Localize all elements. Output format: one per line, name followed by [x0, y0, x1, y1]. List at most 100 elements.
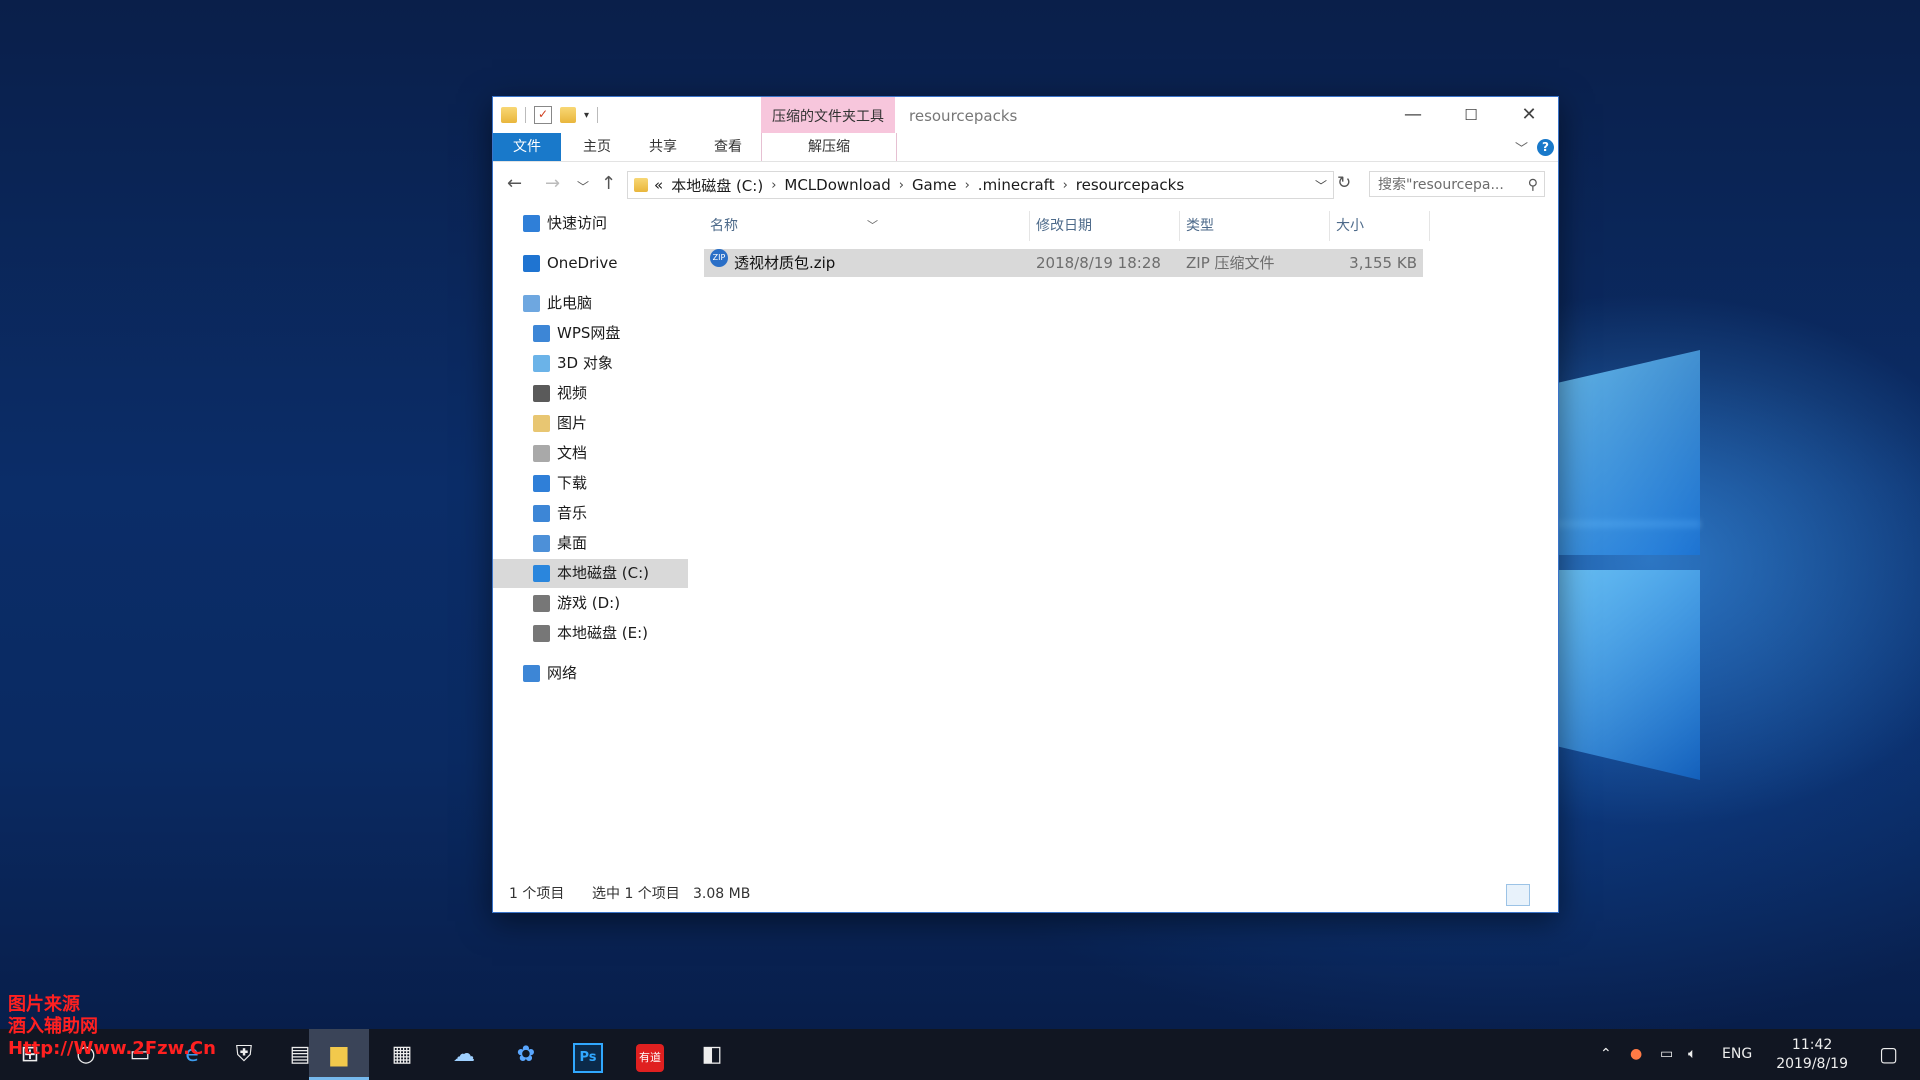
- picture-icon: [533, 415, 550, 432]
- clock-date: 2019/8/19: [1776, 1056, 1848, 1072]
- breadcrumb-minecraft[interactable]: .minecraft: [978, 176, 1055, 194]
- customize-toolbar-chevron-icon[interactable]: ▾: [584, 110, 589, 121]
- back-arrow-icon[interactable]: ←: [507, 173, 522, 194]
- sidebar-item-label: 音乐: [557, 504, 588, 522]
- security-icon[interactable]: ⛨: [214, 1029, 274, 1080]
- file-explorer-window: ✓ ▾ 压缩的文件夹工具 resourcepacks — ☐ ✕ 文件 主页 共…: [492, 96, 1559, 913]
- sidebar-item[interactable]: 游戏 (D:): [493, 589, 688, 618]
- sidebar-item[interactable]: 视频: [493, 379, 688, 408]
- selection-count: 选中 1 个项目: [592, 886, 680, 902]
- details-view-icon[interactable]: [1506, 884, 1530, 906]
- watermark: 图片来源 酒入辅助网 Http://Www.2Fzw.Cn: [8, 994, 216, 1059]
- tab-view[interactable]: 查看: [698, 133, 758, 161]
- recent-locations-chevron-icon[interactable]: ﹀: [577, 178, 589, 195]
- close-button[interactable]: ✕: [1500, 97, 1558, 133]
- file-type: ZIP 压缩文件: [1186, 254, 1275, 272]
- language-indicator[interactable]: ENG: [1722, 1029, 1752, 1080]
- sidebar-item[interactable]: WPS网盘: [493, 319, 688, 348]
- new-folder-icon[interactable]: [560, 107, 576, 123]
- breadcrumb-drive-c[interactable]: 本地磁盘 (C:): [671, 175, 763, 196]
- forward-arrow-icon[interactable]: →: [545, 173, 560, 194]
- clock[interactable]: 11:42 2019/8/19: [1776, 1036, 1848, 1074]
- selection-size: 3.08 MB: [693, 886, 751, 902]
- youdao-icon[interactable]: 有道: [620, 1029, 680, 1080]
- drive-icon: [533, 595, 550, 612]
- sidebar-item[interactable]: 本地磁盘 (C:): [493, 559, 688, 588]
- column-header-type[interactable]: 类型: [1180, 211, 1330, 241]
- qq-icon[interactable]: ●: [1630, 1029, 1642, 1080]
- music-icon: [533, 505, 550, 522]
- sidebar-item[interactable]: 文档: [493, 439, 688, 468]
- clock-time: 11:42: [1791, 1037, 1833, 1053]
- minimize-button[interactable]: —: [1384, 97, 1442, 133]
- file-row[interactable]: ZIP 透视材质包.zip 2018/8/19 18:28 ZIP 压缩文件 3…: [704, 249, 1423, 277]
- sidebar-item[interactable]: 网络: [493, 659, 688, 688]
- sidebar-item[interactable]: 此电脑: [493, 289, 688, 318]
- file-list: 名称 ﹀ 修改日期 类型 大小 ZIP 透视材质包.zip 2018/8/19 …: [688, 201, 1558, 871]
- help-icon[interactable]: ?: [1537, 139, 1554, 156]
- breadcrumb-separator-icon[interactable]: ›: [1063, 178, 1068, 193]
- address-bar[interactable]: « 本地磁盘 (C:) › MCLDownload › Game › .mine…: [627, 171, 1334, 199]
- cube-icon: [533, 355, 550, 372]
- sidebar-item-label: 下载: [557, 474, 588, 492]
- sidebar-item[interactable]: 3D 对象: [493, 349, 688, 378]
- sidebar-item[interactable]: 图片: [493, 409, 688, 438]
- up-arrow-icon[interactable]: ↑: [601, 173, 616, 194]
- file-explorer-icon[interactable]: ▆: [309, 1029, 369, 1080]
- store-icon[interactable]: ▦: [372, 1029, 432, 1080]
- column-header-name[interactable]: 名称 ﹀: [704, 211, 1030, 241]
- folder-icon: [634, 178, 648, 192]
- breadcrumb-separator-icon[interactable]: ›: [899, 178, 904, 193]
- baidu-netdisk-icon[interactable]: ✿: [496, 1029, 556, 1080]
- maximize-button[interactable]: ☐: [1442, 97, 1500, 133]
- sidebar-item-label: 快速访问: [547, 214, 608, 232]
- sidebar-item[interactable]: 下载: [493, 469, 688, 498]
- column-header-modified[interactable]: 修改日期: [1030, 211, 1180, 241]
- compressed-folder-tools-group: 压缩的文件夹工具: [761, 97, 895, 133]
- sidebar-item[interactable]: 桌面: [493, 529, 688, 558]
- cloud-icon: [523, 255, 540, 272]
- sidebar-item-label: 视频: [557, 384, 588, 402]
- column-header-size[interactable]: 大小: [1330, 211, 1430, 241]
- tab-share[interactable]: 共享: [633, 133, 693, 161]
- sidebar-item[interactable]: 音乐: [493, 499, 688, 528]
- network-icon[interactable]: ▭: [1660, 1029, 1673, 1080]
- status-bar: 1 个项目 选中 1 个项目 3.08 MB: [493, 876, 1558, 912]
- show-hidden-icons-chevron-icon[interactable]: ⌃: [1600, 1029, 1612, 1080]
- breadcrumb-separator-icon[interactable]: ›: [965, 178, 970, 193]
- sidebar-item[interactable]: 本地磁盘 (E:): [493, 619, 688, 648]
- sidebar-item[interactable]: 快速访问: [493, 209, 688, 238]
- breadcrumb-overflow[interactable]: «: [654, 176, 663, 194]
- download-icon: [533, 475, 550, 492]
- tab-extract[interactable]: 解压缩: [761, 133, 897, 161]
- refresh-icon[interactable]: ↻: [1337, 173, 1351, 193]
- breadcrumb-mcldownload[interactable]: MCLDownload: [784, 176, 890, 194]
- tab-file[interactable]: 文件: [493, 133, 561, 161]
- app-icon[interactable]: ◧: [682, 1029, 742, 1080]
- search-input[interactable]: 搜索"resourcepa... ⚲: [1369, 171, 1545, 197]
- photoshop-icon[interactable]: Ps: [558, 1029, 618, 1080]
- address-dropdown-chevron-icon[interactable]: ﹀: [1315, 177, 1327, 194]
- title-bar: ✓ ▾ 压缩的文件夹工具 resourcepacks — ☐ ✕: [493, 97, 1558, 133]
- breadcrumb-separator-icon[interactable]: ›: [771, 178, 776, 193]
- properties-icon[interactable]: ✓: [534, 106, 552, 124]
- network-icon: [523, 665, 540, 682]
- windows-wallpaper-logo: [1340, 330, 1870, 790]
- sidebar-item-label: 此电脑: [547, 294, 593, 312]
- sidebar-item-label: 本地磁盘 (E:): [557, 624, 649, 642]
- quick-access-toolbar: ✓ ▾: [501, 106, 599, 124]
- expand-ribbon-chevron-icon[interactable]: ﹀: [1515, 138, 1528, 157]
- tab-home[interactable]: 主页: [567, 133, 627, 161]
- volume-icon[interactable]: 🔈︎: [1688, 1029, 1696, 1080]
- sidebar-item[interactable]: OneDrive: [493, 249, 688, 278]
- document-icon: [533, 445, 550, 462]
- action-center-icon[interactable]: ▢: [1879, 1042, 1898, 1066]
- file-modified: 2018/8/19 18:28: [1036, 254, 1161, 272]
- cloud-app-icon[interactable]: ☁: [434, 1029, 494, 1080]
- sidebar-item-label: 文档: [557, 444, 588, 462]
- sidebar-item-label: 本地磁盘 (C:): [557, 564, 649, 582]
- breadcrumb-game[interactable]: Game: [912, 176, 957, 194]
- search-icon: ⚲: [1527, 177, 1538, 193]
- large-icons-view-icon[interactable]: [1530, 884, 1554, 906]
- breadcrumb-resourcepacks[interactable]: resourcepacks: [1076, 176, 1184, 194]
